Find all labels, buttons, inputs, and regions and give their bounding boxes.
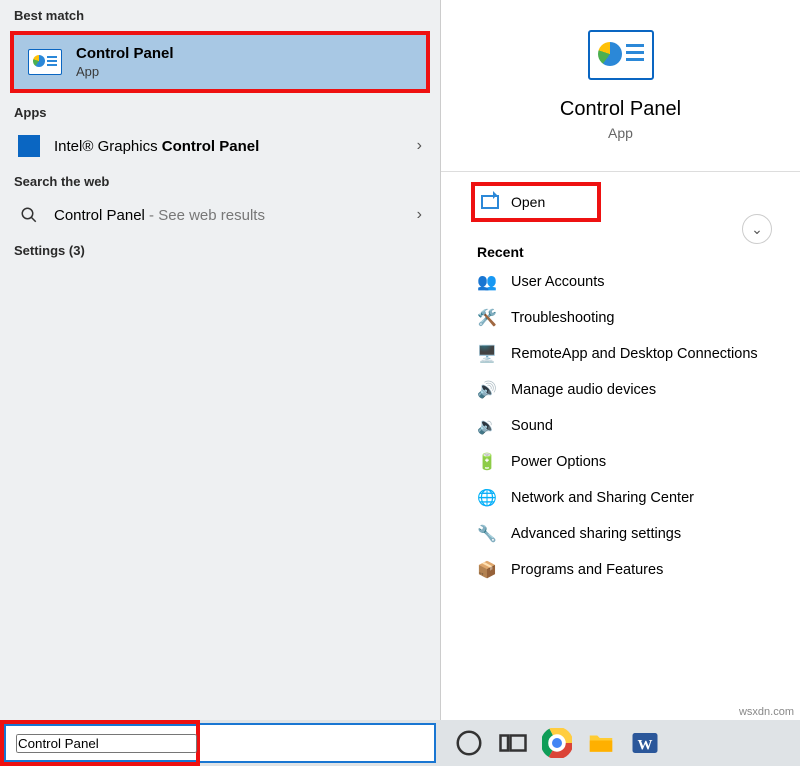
web-search-row[interactable]: Control Panel - See web results ›	[0, 195, 440, 235]
app-row-prefix: Intel® Graphics	[54, 138, 162, 155]
preview-title: Control Panel	[441, 98, 800, 121]
preview-panel: Control Panel App Open ⌄ Recent 👥User Ac…	[440, 0, 800, 720]
recent-item-icon: 🔋	[477, 452, 497, 472]
task-view-icon[interactable]	[498, 728, 528, 758]
recent-item-label: RemoteApp and Desktop Connections	[511, 346, 758, 362]
recent-item[interactable]: 🔋 Power Options	[441, 444, 800, 480]
cortana-icon[interactable]	[454, 728, 484, 758]
recent-item[interactable]: 👥 User Accounts	[441, 264, 800, 300]
recent-item[interactable]: 🖥️ RemoteApp and Desktop Connections	[441, 336, 800, 372]
chevron-right-icon: ›	[417, 137, 422, 155]
recent-item-label: Sound	[511, 418, 553, 434]
chevron-right-icon: ›	[417, 206, 422, 224]
recent-item[interactable]: 🌐 Network and Sharing Center	[441, 480, 800, 516]
expand-button[interactable]: ⌄	[742, 214, 772, 244]
search-box[interactable]	[4, 724, 196, 762]
control-panel-large-icon	[588, 30, 654, 80]
apps-header: Apps	[0, 97, 440, 126]
app-row-label: Intel® Graphics Control Panel	[54, 138, 417, 155]
best-match-header: Best match	[0, 0, 440, 29]
word-icon[interactable]: W	[630, 728, 660, 758]
chrome-icon[interactable]	[542, 728, 572, 758]
best-match-text: Control Panel App	[76, 45, 174, 79]
preview-subtitle: App	[441, 125, 800, 141]
open-label: Open	[511, 194, 545, 210]
recent-item-icon: 🔉	[477, 416, 497, 436]
recent-item-label: Power Options	[511, 454, 606, 470]
best-match-subtitle: App	[76, 64, 174, 79]
intel-icon	[18, 135, 40, 157]
svg-text:W: W	[638, 737, 653, 753]
recent-list: 👥 User Accounts 🛠️ Troubleshooting 🖥️ RemoteA…	[441, 264, 800, 588]
web-search-label: Control Panel - See web results	[54, 207, 417, 224]
search-box-extension[interactable]	[200, 723, 436, 763]
recent-item[interactable]: 🔊 Manage audio devices	[441, 372, 800, 408]
recent-item-icon: 🛠️	[477, 308, 497, 328]
recent-item[interactable]: 🛠️ Troubleshooting	[441, 300, 800, 336]
taskbar: W	[0, 720, 800, 766]
recent-item[interactable]: 🔉 Sound	[441, 408, 800, 444]
file-explorer-icon[interactable]	[586, 728, 616, 758]
recent-item-label: Programs and Features	[511, 562, 663, 578]
chevron-down-icon: ⌄	[751, 221, 763, 238]
search-icon	[18, 204, 40, 226]
open-icon	[481, 195, 499, 209]
recent-item[interactable]: 🔧 Advanced sharing settings	[441, 516, 800, 552]
recent-item[interactable]: 📦 Programs and Features	[441, 552, 800, 588]
recent-item-icon: 📦	[477, 560, 497, 580]
settings-header: Settings (3)	[0, 235, 440, 264]
app-row-bold: Control Panel	[162, 138, 260, 155]
web-search-main: Control Panel	[54, 207, 145, 224]
search-box-highlight	[0, 720, 200, 766]
preview-header: Control Panel App	[441, 0, 800, 161]
search-input[interactable]	[16, 734, 197, 753]
recent-item-label: Troubleshooting	[511, 310, 614, 326]
best-match-item[interactable]: Control Panel App	[10, 31, 430, 93]
taskbar-icons: W	[436, 728, 660, 758]
recent-item-label: Advanced sharing settings	[511, 526, 681, 542]
recent-item-icon: 🔊	[477, 380, 497, 400]
best-match-title: Control Panel	[76, 45, 174, 62]
recent-item-label: Network and Sharing Center	[511, 490, 694, 506]
recent-item-icon: 🔧	[477, 524, 497, 544]
recent-item-icon: 🖥️	[477, 344, 497, 364]
watermark: wsxdn.com	[739, 706, 794, 718]
control-panel-icon	[28, 49, 62, 75]
actions-section: Open ⌄	[441, 172, 800, 226]
recent-item-label: Manage audio devices	[511, 382, 656, 398]
recent-item-icon: 👥	[477, 272, 497, 292]
app-row-intel-graphics[interactable]: Intel® Graphics Control Panel ›	[0, 126, 440, 166]
web-search-sub: - See web results	[145, 207, 265, 224]
open-action[interactable]: Open	[471, 182, 601, 222]
recent-item-label: User Accounts	[511, 274, 605, 290]
results-panel: Best match Control Panel App Apps Intel®…	[0, 0, 440, 720]
search-web-header: Search the web	[0, 166, 440, 195]
recent-item-icon: 🌐	[477, 488, 497, 508]
